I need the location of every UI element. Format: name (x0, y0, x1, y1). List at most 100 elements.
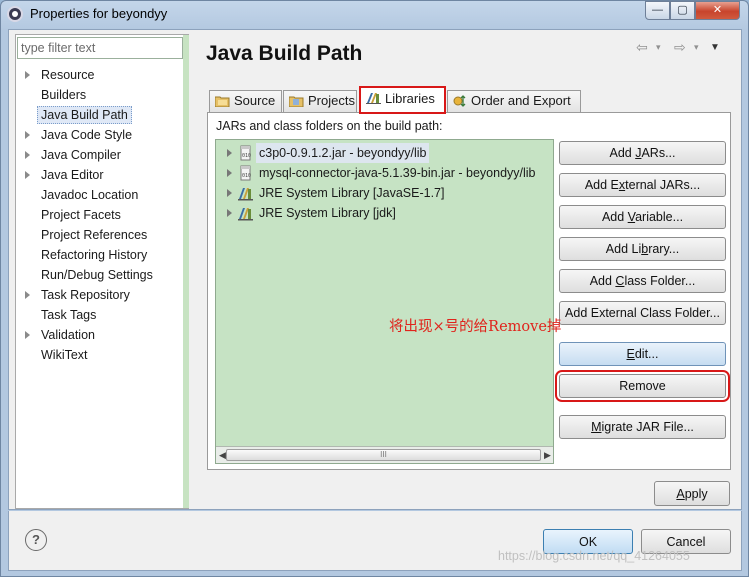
sidebar-item[interactable]: Resource (16, 65, 182, 85)
add-variable-label-post: ariable... (635, 210, 684, 224)
expand-arrow-icon[interactable] (25, 291, 30, 299)
svg-text:010: 010 (242, 173, 251, 179)
forward-arrow-icon[interactable]: ⇨ (674, 39, 686, 56)
scroll-right-icon[interactable]: ▶ (544, 450, 551, 461)
add-library-button[interactable]: Add Library... (559, 237, 726, 261)
sidebar-item-label: Task Tags (41, 308, 97, 322)
apply-button[interactable]: Apply (654, 481, 730, 506)
remove-button[interactable]: Remove (555, 370, 730, 402)
main-pane: Java Build Path ⇦ ▾ ⇨ ▾ ▼ Source Project… (195, 30, 741, 509)
sidebar-item-label: Resource (41, 68, 95, 82)
sidebar-item[interactable]: Java Code Style (16, 125, 182, 145)
migrate-jar-label-post: igrate JAR File... (601, 420, 694, 434)
page-title: Java Build Path (206, 42, 363, 65)
expand-arrow-icon[interactable] (25, 131, 30, 139)
library-entry[interactable]: 010 c3p0-0.9.1.2.jar - beyondyy/lib (216, 143, 553, 163)
help-icon[interactable]: ? (25, 529, 47, 551)
sidebar: Resource Builders Java Build Path Java Code… (15, 34, 189, 509)
add-class-folder-label-pre: Add (589, 274, 616, 288)
add-variable-mnemonic: V (627, 210, 636, 224)
add-external-jars-label-post: ternal JARs... (625, 178, 701, 192)
sidebar-item[interactable]: Project References (16, 225, 182, 245)
edit-button[interactable]: Edit... (559, 342, 726, 366)
scroll-left-icon[interactable]: ◀ (219, 450, 226, 461)
library-entry[interactable]: JRE System Library [jdk] (216, 203, 553, 223)
sidebar-item[interactable]: Run/Debug Settings (16, 265, 182, 285)
close-button[interactable]: ✕ (695, 1, 740, 20)
sidebar-item[interactable]: Task Repository (16, 285, 182, 305)
back-arrow-icon[interactable]: ⇦ (636, 39, 648, 56)
library-books-icon (366, 93, 381, 104)
add-jars-button[interactable]: Add JARs... (559, 141, 726, 165)
library-entry[interactable]: 010 mysql-connector-java-5.1.39-bin.jar -… (216, 163, 553, 183)
back-dropdown-icon[interactable]: ▾ (656, 42, 661, 53)
expand-arrow-icon[interactable] (227, 149, 232, 157)
sidebar-item-label: Javadoc Location (41, 188, 139, 202)
add-library-label-post: rary... (648, 242, 680, 256)
order-export-icon (453, 95, 466, 107)
project-folder-icon (289, 96, 304, 107)
maximize-button[interactable]: ▢ (670, 1, 695, 20)
sidebar-item[interactable]: Javadoc Location (16, 185, 182, 205)
sidebar-item[interactable]: Validation (16, 325, 182, 345)
build-path-label: JARs and class folders on the build path… (216, 119, 443, 133)
csdn-watermark: https://blog.csdn.net/qq_41264055 (498, 549, 690, 563)
scroll-thumb[interactable]: III (226, 449, 541, 461)
svg-text:010: 010 (242, 153, 251, 159)
sidebar-item-label: Run/Debug Settings (41, 268, 153, 282)
expand-arrow-icon[interactable] (25, 171, 30, 179)
sidebar-item[interactable]: Java Build Path (16, 105, 182, 125)
jar-icon: 010 (238, 165, 253, 181)
add-external-jars-button[interactable]: Add External JARs... (559, 173, 726, 197)
expand-arrow-icon[interactable] (25, 151, 30, 159)
filter-input[interactable] (17, 37, 183, 59)
sidebar-item[interactable]: Project Facets (16, 205, 182, 225)
red-annotation-note: 将出现×号的给Remove掉 (389, 319, 562, 335)
tab-libraries-label: Libraries (385, 91, 435, 106)
migrate-jar-mnemonic: M (591, 420, 602, 434)
add-class-folder-button[interactable]: Add Class Folder... (559, 269, 726, 293)
edit-label-post: dit... (634, 347, 659, 361)
tab-source[interactable]: Source (209, 90, 282, 112)
tab-source-label: Source (234, 93, 276, 108)
library-entry-label: c3p0-0.9.1.2.jar - beyondyy/lib (256, 143, 430, 163)
tab-order-label: Order and Export (471, 93, 571, 108)
add-variable-button[interactable]: Add Variable... (559, 205, 726, 229)
tab-projects-label: Projects (308, 93, 355, 108)
properties-window: Properties for beyondyy — ▢ ✕ Resource Bu… (0, 0, 749, 577)
add-variable-label-pre: Add (601, 210, 628, 224)
tab-libraries[interactable]: Libraries (359, 86, 446, 114)
library-list[interactable]: 010 c3p0-0.9.1.2.jar - beyondyy/lib 010 mys… (215, 139, 554, 464)
add-library-label-pre: Add Li (605, 242, 642, 256)
sidebar-item[interactable]: Java Compiler (16, 145, 182, 165)
tab-projects[interactable]: Projects (283, 90, 357, 112)
expand-arrow-icon[interactable] (25, 331, 30, 339)
sidebar-item[interactable]: Refactoring History (16, 245, 182, 265)
add-external-jars-label-pre: Add E (584, 178, 619, 192)
sidebar-item[interactable]: Java Editor (16, 165, 182, 185)
library-entry[interactable]: JRE System Library [JavaSE-1.7] (216, 183, 553, 203)
add-external-class-folder-button[interactable]: Add External Class Folder... (559, 301, 726, 325)
expand-arrow-icon[interactable] (227, 189, 232, 197)
sidebar-scrollbar[interactable] (183, 35, 189, 508)
jar-icon: 010 (238, 145, 253, 161)
migrate-jar-button[interactable]: Migrate JAR File... (559, 415, 726, 439)
title-bar[interactable]: Properties for beyondyy — ▢ ✕ (1, 1, 748, 28)
sidebar-item[interactable]: WikiText (16, 345, 182, 365)
sidebar-item[interactable]: Builders (16, 85, 182, 105)
sidebar-item[interactable]: Task Tags (16, 305, 182, 325)
library-icon (238, 185, 253, 201)
sidebar-item-label: Validation (41, 328, 95, 342)
sidebar-item-label: Project Facets (41, 208, 121, 222)
minimize-button[interactable]: — (645, 1, 670, 20)
expand-arrow-icon[interactable] (227, 209, 232, 217)
forward-dropdown-icon[interactable]: ▾ (694, 42, 699, 53)
source-folder-icon (215, 96, 230, 107)
horizontal-scrollbar[interactable]: ◀ III ▶ (216, 446, 553, 463)
sidebar-item-label: Java Build Path (37, 106, 132, 124)
view-menu-icon[interactable]: ▼ (710, 42, 720, 53)
tab-order-and-export[interactable]: Order and Export (447, 90, 581, 112)
libraries-panel: JARs and class folders on the build path… (207, 112, 731, 470)
expand-arrow-icon[interactable] (25, 71, 30, 79)
expand-arrow-icon[interactable] (227, 169, 232, 177)
